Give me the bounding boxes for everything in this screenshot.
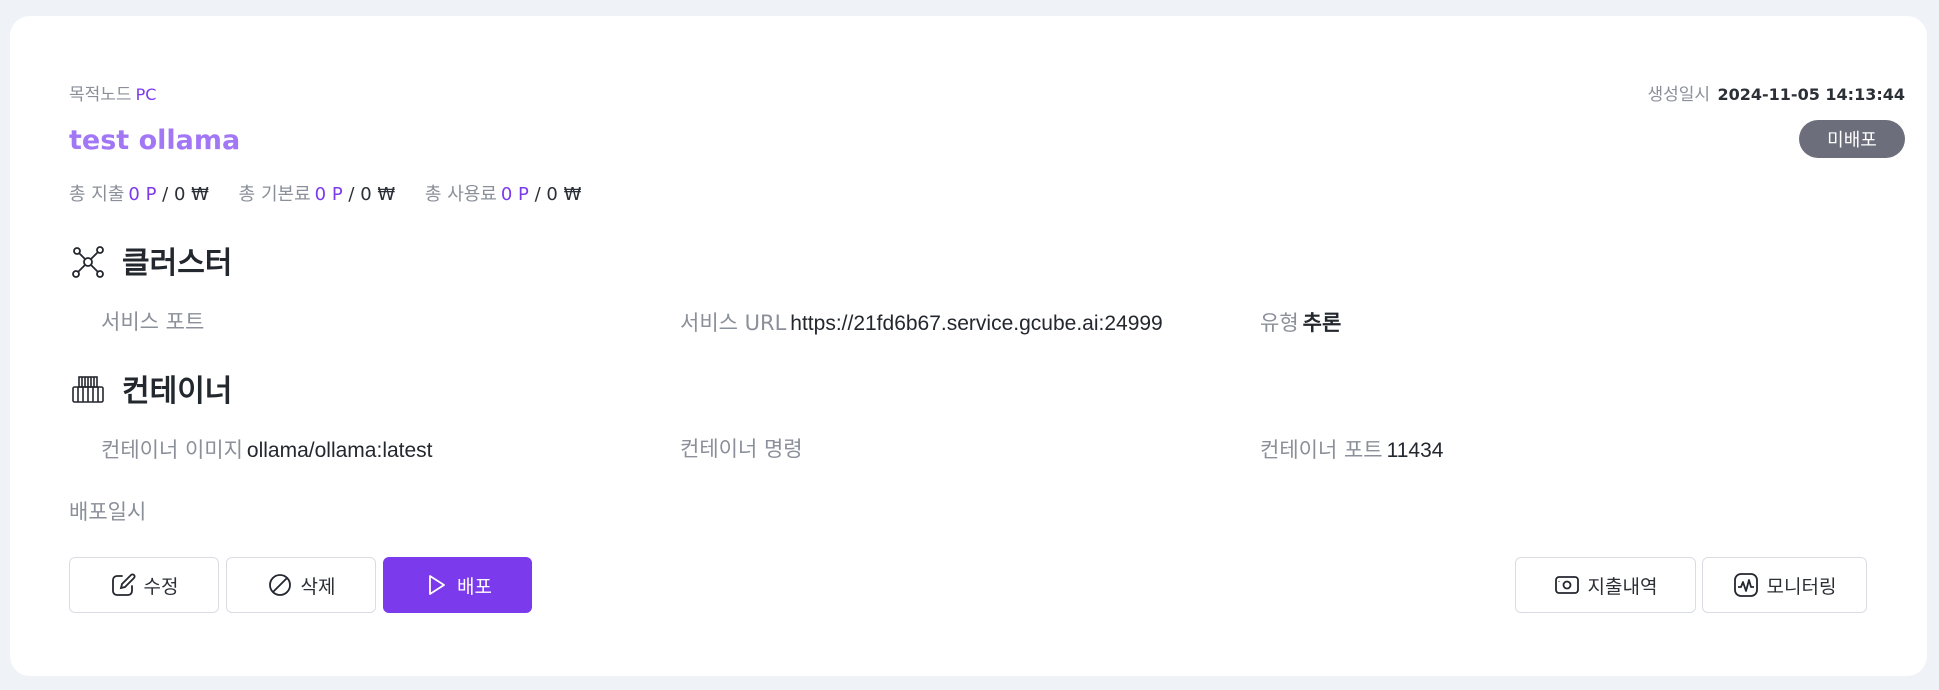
edit-icon (111, 573, 135, 596)
type-value: 추론 (1302, 312, 1342, 335)
edit-button-label: 수정 (143, 575, 179, 598)
play-icon (429, 575, 445, 595)
ban-icon (268, 574, 291, 596)
created-at-label: 생성일시 (1647, 85, 1711, 105)
network-icon (72, 246, 104, 278)
delete-button[interactable]: 삭제 (226, 557, 376, 613)
activity-icon (1733, 573, 1758, 597)
service-url-value: https://21fd6b67.service.gcube.ai:24999 (790, 312, 1163, 335)
container-port-field: 컨테이너 포트 11434 (1260, 434, 1443, 464)
container-image-value: ollama/ollama:latest (246, 439, 433, 462)
container-port-label: 컨테이너 포트 (1260, 438, 1383, 462)
service-url-field: 서비스 URL https://21fd6b67.service.gcube.ai… (680, 307, 1163, 337)
type-label: 유형 (1260, 311, 1299, 335)
cost-total-points: 0 P (128, 184, 157, 205)
type-field: 유형 추론 (1260, 307, 1341, 337)
cost-usage: 총 사용료 0 P / 0 ₩ (425, 180, 582, 206)
cost-total-won: / 0 ₩ (162, 184, 209, 205)
cost-usage-label: 총 사용료 (424, 184, 497, 205)
cost-base-won: / 0 ₩ (348, 184, 396, 205)
deploy-button-label: 배포 (457, 575, 492, 598)
cluster-section-title: 클러스터 (122, 246, 233, 281)
created-at-value: 2024-11-05 14:13:44 (1717, 85, 1905, 104)
cost-usage-won: / 0 ₩ (534, 184, 582, 205)
deploy-date-label: 배포일시 (69, 500, 147, 524)
container-image-label: 컨테이너 이미지 (101, 438, 243, 462)
target-node-value: PC (135, 85, 157, 104)
cost-base-label: 총 기본료 (238, 184, 311, 205)
service-port-label: 서비스 포트 (101, 310, 205, 334)
cost-total: 총 지출 0 P / 0 ₩ (69, 180, 209, 206)
cost-base: 총 기본료 0 P / 0 ₩ (239, 180, 396, 206)
delete-button-label: 삭제 (300, 575, 336, 598)
target-node: 목적노드 PC (69, 80, 156, 105)
container-section-title: 컨테이너 (122, 374, 233, 409)
container-image-field: 컨테이너 이미지 ollama/ollama:latest (101, 434, 433, 464)
cost-base-points: 0 P (314, 184, 343, 205)
container-icon (72, 376, 104, 403)
service-url-label: 서비스 URL (680, 311, 787, 335)
container-port-value: 11434 (1386, 439, 1444, 462)
monitoring-button[interactable]: 모니터링 (1702, 557, 1867, 613)
monitoring-button-label: 모니터링 (1766, 575, 1837, 598)
deployment-card: 목적노드 PC 생성일시 2024-11-05 14:13:44 test oll… (10, 16, 1927, 676)
expenses-button[interactable]: 지출내역 (1515, 557, 1696, 613)
deploy-date-field: 배포일시 (69, 496, 146, 526)
created-at: 생성일시 2024-11-05 14:13:44 (1648, 80, 1905, 105)
container-command-field: 컨테이너 명령 (680, 433, 803, 463)
cost-summary: 총 지출 0 P / 0 ₩ 총 기본료 0 P / 0 ₩ 총 사용료 0 P / … (69, 180, 605, 206)
cost-total-label: 총 지출 (69, 184, 125, 205)
page-title: test ollama (69, 125, 241, 156)
receipt-icon (1554, 576, 1579, 594)
service-port-field: 서비스 포트 (101, 306, 204, 336)
edit-button[interactable]: 수정 (69, 557, 219, 613)
expenses-button-label: 지출내역 (1587, 575, 1658, 598)
deploy-button[interactable]: 배포 (383, 557, 532, 613)
container-command-label: 컨테이너 명령 (680, 437, 803, 461)
cost-usage-points: 0 P (500, 184, 529, 205)
status-badge: 미배포 (1799, 120, 1905, 158)
target-node-label: 목적노드 (69, 85, 132, 105)
